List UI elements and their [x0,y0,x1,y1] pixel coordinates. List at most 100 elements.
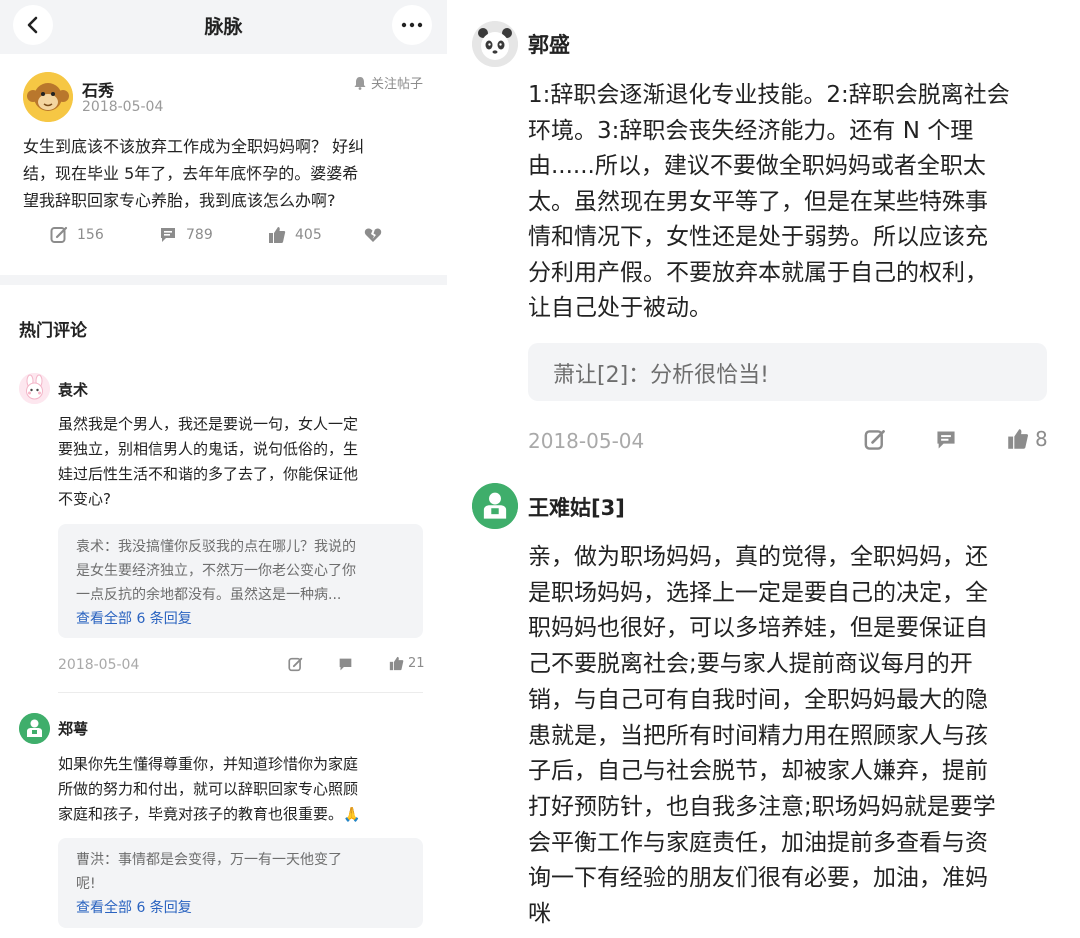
post-detail-panel: 脉脉 石秀 2018-05-04 关注帖子 女生到底该不该放弃工作成为全职妈妈啊… [0,0,447,938]
more-button[interactable] [392,5,432,45]
bell-icon [354,76,366,90]
comment-line: 虽然我是个男人，我还是要说一句，女人一定 [58,415,359,433]
comment-line: 环境。3:辞职会丧失经济能力。还有 N 个理 [528,117,974,144]
comment-divider [58,692,423,693]
comment-line-text: 家庭和孩子，毕竟对孩子的教育也很重要。 [58,805,344,823]
reply-box[interactable]: 袁术：我没搞懂你反驳我的点在哪儿？我说的 是女生要经济独立，不然万一你老公变心了… [58,524,423,638]
comment-line: 咪 [528,901,551,928]
comment-share-button[interactable] [864,429,886,455]
comment-line: 询一下有经验的朋友们很有必要，加油，准妈 [528,865,988,892]
comment-like-button[interactable]: 8 [1007,427,1048,451]
comment-line: 职妈妈也很好，可以多培养娃，但是要保证自 [528,615,988,642]
commenter-name[interactable]: 郑萼 [58,718,88,739]
broken-heart-icon [364,228,382,242]
commenter-avatar[interactable] [472,21,518,67]
post-line: 望我辞职回家专心养胎，我到底该怎么办啊? [23,191,336,210]
share-count: 156 [77,227,104,243]
commenter-avatar[interactable] [19,713,50,744]
comment-body: 亲，做为职场妈妈，真的觉得，全职妈妈，还 是职场妈妈，选择上一定是要自己的决定，… [528,540,1068,933]
comment-line: 打好预防针，也自我多注意;职场妈妈就是要学 [528,793,996,820]
comment-line: 如果你先生懂得尊重你，并知道珍惜你为家庭 [58,755,359,773]
comment-line: 家庭和孩子，毕竟对孩子的教育也很重要。🙏 [58,802,438,828]
comment-body: 虽然我是个男人，我还是要说一句，女人一定 要独立，别相信男人的鬼话，说句低俗的，… [58,412,433,512]
comment-line: 己不要脱离社会;要与家人提前商议每月的开 [528,651,973,678]
comment-line: 情和情况下，女性还是处于弱势。所以应该充 [528,224,988,250]
comment-icon [339,658,352,671]
post-line: 女生到底该不该放弃工作成为全职妈妈啊？ 好纠 [23,137,365,156]
comment-line: 是职场妈妈，选择上一定是要自己的决定，全 [528,579,988,606]
post-author-name[interactable]: 石秀 [82,77,114,101]
reply-preview: 曹洪：事情都是会变得，万一有一天他变了 呢! 查看全部 6 条回复 [76,848,416,920]
reply-line: 袁术：我没搞懂你反驳我的点在哪儿？我说的 [76,539,356,555]
reply-line: 一点反抗的余地都没有。虽然这是一种病... [76,587,342,603]
comment-line: 让自己处于被动。 [528,295,712,321]
comment-share-button[interactable] [288,657,303,676]
share-stat[interactable]: 156 [50,226,104,244]
comment-line: 子后，自己与社会脱节，却被家人嫌弃，提前 [528,758,988,785]
comment-line: 要独立，别相信男人的鬼话，说句低俗的，生 [58,440,359,458]
follow-label: 关注帖子 [371,77,424,92]
follow-post-button[interactable]: 关注帖子 [353,73,423,92]
dislike-button[interactable] [364,226,382,244]
more-icon [401,22,423,28]
default-avatar-icon [472,483,518,529]
nav-bar: 脉脉 [0,0,447,54]
comment-body: 如果你先生懂得尊重你，并知道珍惜你为家庭 所做的努力和付出，就可以辞职回家专心照… [58,752,438,828]
comment-line: 太。虽然现在男女平等了，但是在某些特殊事 [528,188,988,215]
comment-line: 会平衡工作与家庭责任，加油提前多查看与资 [528,829,988,856]
post-date: 2018-05-04 [82,99,164,115]
comment-thread-panel: 郭盛 1:辞职会逐渐退化专业技能。2:辞职会脱离社会 环境。3:辞职会丧失经济能… [447,0,1080,938]
monkey-avatar-icon [23,72,73,122]
comment-like-button[interactable]: 21 [389,656,425,671]
pray-emoji-icon: 🙏 [343,807,361,823]
comment-like-count: 21 [408,656,425,671]
comment-line: 所做的努力和付出，就可以辞职回家专心照顾 [58,780,359,798]
comment-line: 娃过后性生活不和谐的多了去了，你能保证他 [58,465,359,483]
comment-stat[interactable]: 789 [159,226,213,244]
comment-like-count: 8 [1035,427,1048,451]
post-line: 结，现在毕业 5年了，去年年底怀孕的。婆婆希 [23,164,359,183]
commenter-name[interactable]: 郭盛 [528,29,570,59]
commenter-avatar[interactable] [19,373,50,404]
reply-preview: 袁术：我没搞懂你反驳我的点在哪儿？我说的 是女生要经济独立，不然万一你老公变心了… [76,535,416,631]
like-count: 405 [295,227,322,243]
share-icon [50,226,68,243]
comment-count: 789 [186,227,213,243]
comment-date: 2018-05-04 [528,429,645,453]
commenter-avatar[interactable] [472,483,518,529]
comment-body: 1:辞职会逐渐退化专业技能。2:辞职会脱离社会 环境。3:辞职会丧失经济能力。还… [528,78,1068,327]
hot-comments-heading: 热门评论 [19,321,87,341]
comment-icon [937,431,955,449]
reply-line: 是女生要经济独立，不然万一你老公变心了你 [76,563,356,579]
comment-line: 由......所以，建议不要做全职妈妈或者全职太 [528,153,986,179]
post-body: 女生到底该不该放弃工作成为全职妈妈啊？ 好纠 结，现在毕业 5年了，去年年底怀孕… [23,133,433,214]
view-all-replies-link[interactable]: 查看全部 6 条回复 [76,896,416,920]
reply-preview: 萧让[2]：分析很恰当! [553,363,769,388]
reply-box[interactable]: 曹洪：事情都是会变得，万一有一天他变了 呢! 查看全部 6 条回复 [58,838,423,928]
reply-line: 曹洪：事情都是会变得，万一有一天他变了 [76,852,342,868]
thumbs-up-icon [389,656,404,671]
author-avatar[interactable] [23,72,73,122]
comment-reply-button[interactable] [935,429,957,455]
thumbs-up-icon [1008,429,1029,449]
reply-box[interactable]: 萧让[2]：分析很恰当! [528,343,1047,401]
like-stat[interactable]: 405 [268,226,322,244]
comment-line: 销，与自己可有自我时间，全职妈妈最大的隐 [528,686,988,713]
comment-line: 分利用产假。不要放弃本就属于自己的权利， [528,259,988,286]
comment-line: 患就是，当把所有时间精力用在照顾家人与孩 [528,722,988,749]
comment-line: 不变心? [58,490,111,508]
share-icon [288,657,303,672]
commenter-name[interactable]: 袁术 [58,379,88,400]
comment-reply-button[interactable] [338,657,353,676]
comment-line: 亲，做为职场妈妈，真的觉得，全职妈妈，还 [528,544,988,570]
thumbs-up-icon [269,227,286,243]
view-all-replies-link[interactable]: 查看全部 6 条回复 [76,607,416,631]
comment-line: 1:辞职会逐渐退化专业技能。2:辞职会脱离社会 [528,82,1010,108]
bunny-avatar-icon [19,373,50,404]
default-avatar-icon [19,713,50,744]
share-icon [864,430,885,450]
panda-avatar-icon [472,21,518,67]
page-title: 脉脉 [204,16,243,38]
comment-date: 2018-05-04 [58,657,140,673]
commenter-name[interactable]: 王难姑[3] [528,492,625,522]
